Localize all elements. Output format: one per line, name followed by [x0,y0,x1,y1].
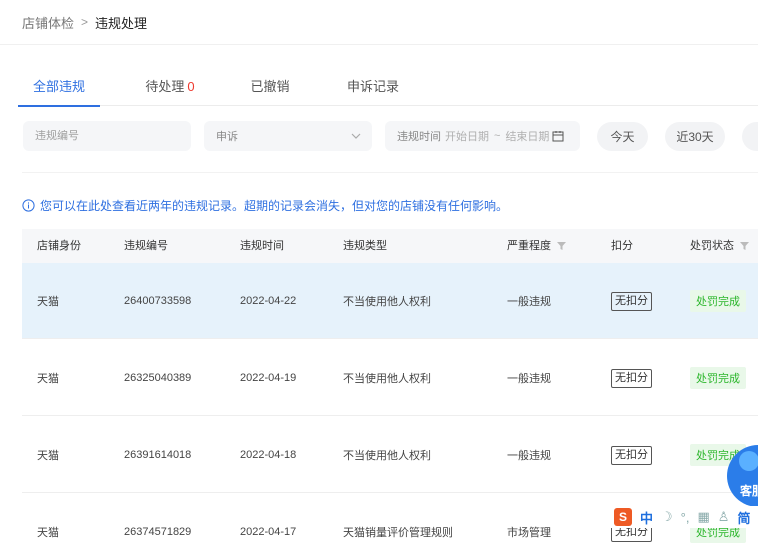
cell-date: 2022-04-18 [240,449,297,461]
tab-pending[interactable]: 待处理 0 [140,76,200,106]
tab-revoked[interactable]: 已撤销 [246,76,294,106]
table-header: 店铺身份 违规编号 违规时间 违规类型 严重程度 扣分 处罚状态 [22,229,758,263]
breadcrumb-parent-link[interactable]: 店铺体检 [22,13,74,32]
column-header-status[interactable]: 处罚状态 [690,229,749,263]
tab-all-violations[interactable]: 全部违规 [18,76,100,107]
breadcrumb-separator: > [81,15,89,29]
date-range-label: 违规时间 [397,131,441,143]
filter-divider [22,172,758,173]
tab-label: 全部违规 [32,79,85,94]
retention-notice: 您可以在此处查看近两年的违规记录。超期的记录会消失，但对您的店铺没有任何影响。 [22,197,508,214]
cell-number: 26325040389 [124,372,192,384]
cell-identity: 天猫 [37,527,59,539]
info-icon [22,199,35,212]
select-value: 申诉 [216,131,238,143]
cell-type: 不当使用他人权利 [343,450,431,462]
cell-number: 26400733598 [124,295,192,307]
status-badge: 处罚完成 [690,367,746,389]
violation-type-select[interactable]: 申诉 [204,121,372,151]
tab-appeal-records[interactable]: 申诉记录 [344,76,402,106]
customer-service-label: 客服 [740,484,758,498]
cell-type: 天猫销量评价管理规则 [343,527,453,539]
filter-funnel-icon[interactable] [740,242,749,250]
quick-range-30days-button[interactable]: 近30天 [665,122,725,151]
column-header-type: 违规类型 [343,240,387,252]
keyboard-icon[interactable]: ▦ [697,509,709,525]
deduction-tag: 无扣分 [611,445,652,465]
cell-type: 不当使用他人权利 [343,373,431,385]
table-row[interactable]: 天猫 26325040389 2022-04-19 不当使用他人权利 一般违规 … [22,340,758,416]
cell-identity: 天猫 [37,450,59,462]
cell-number: 26391614018 [124,449,192,461]
table-row[interactable]: 天猫 26391614018 2022-04-18 不当使用他人权利 一般违规 … [22,417,758,493]
end-date-input[interactable]: 结束日期 [505,128,549,144]
tab-label: 已撤销 [250,79,290,94]
column-header-deduction: 扣分 [611,240,633,252]
chat-mascot-icon [739,451,758,471]
cell-date: 2022-04-17 [240,526,297,538]
pending-count-badge: 0 [187,79,195,94]
date-range-picker[interactable]: 违规时间 开始日期 ~ 结束日期 [385,121,580,151]
cell-type: 不当使用他人权利 [343,296,431,308]
breadcrumb-current: 违规处理 [95,15,148,31]
cell-identity: 天猫 [37,296,59,308]
cell-number: 26374571829 [124,526,192,538]
column-header-number: 违规编号 [124,240,168,252]
column-header-severity[interactable]: 严重程度 [507,229,566,263]
cell-severity: 市场管理 [507,527,551,539]
cell-identity: 天猫 [37,373,59,385]
chevron-down-icon [351,133,361,139]
cell-severity: 一般违规 [507,373,551,385]
cell-date: 2022-04-19 [240,372,297,384]
cell-date: 2022-04-22 [240,295,297,307]
calendar-icon [552,131,564,142]
filter-funnel-icon[interactable] [557,242,566,250]
notice-text: 您可以在此处查看近两年的违规记录。超期的记录会消失，但对您的店铺没有任何影响。 [40,199,509,213]
punctuation-icon[interactable]: °, [681,510,690,525]
ime-toolbar[interactable]: S 中 ☽ °, ▦ ♙ 简 [610,506,758,528]
column-header-identity: 店铺身份 [37,240,81,252]
tab-label: 申诉记录 [346,79,399,94]
user-icon[interactable]: ♙ [718,509,730,525]
column-header-date: 违规时间 [240,240,284,252]
breadcrumb: 店铺体检 > 违规处理 [22,12,147,32]
deduction-tag: 无扣分 [611,291,652,311]
cell-severity: 一般违规 [507,450,551,462]
tab-label: 待处理 [145,79,185,94]
date-range-separator: ~ [494,130,501,142]
tab-bar: 全部违规 待处理 0 已撤销 申诉记录 [18,76,758,107]
quick-range-more-button[interactable] [742,122,758,151]
cell-severity: 一般违规 [507,296,551,308]
header-divider [0,44,758,45]
table-row[interactable]: 天猫 26400733598 2022-04-22 不当使用他人权利 一般违规 … [22,263,758,339]
ime-chinese-mode[interactable]: 中 [640,508,653,527]
status-badge: 处罚完成 [690,290,746,312]
moon-icon[interactable]: ☽ [661,509,673,525]
deduction-tag: 无扣分 [611,368,652,388]
start-date-input[interactable]: 开始日期 [445,128,489,144]
ime-simplified-mode[interactable]: 简 [737,508,750,527]
ime-logo-icon: S [614,508,632,526]
quick-range-today-button[interactable]: 今天 [597,122,648,151]
violation-number-field [23,121,191,151]
violation-number-input[interactable] [35,130,179,142]
